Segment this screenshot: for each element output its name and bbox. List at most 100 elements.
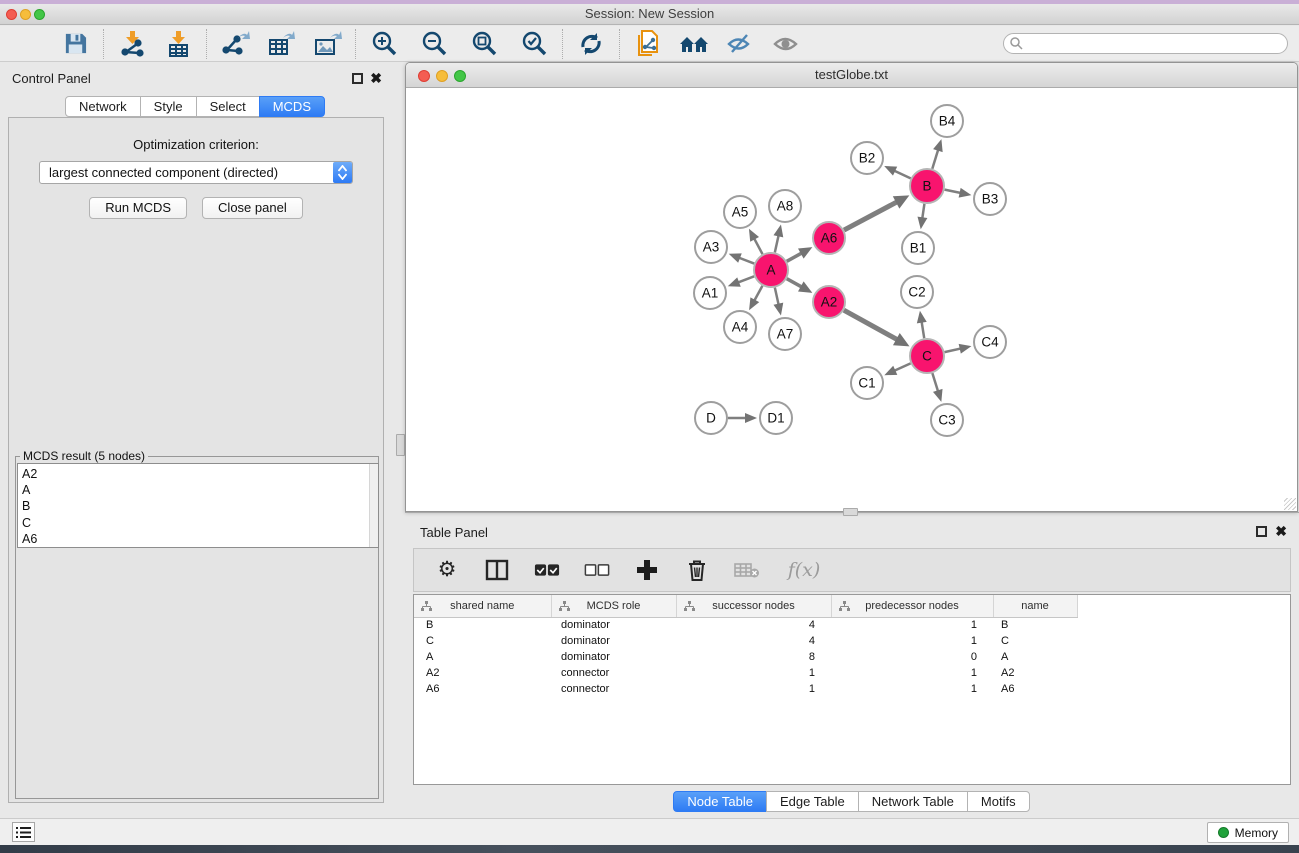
zoom-fit-button[interactable] <box>467 29 501 59</box>
table-cell[interactable]: A2 <box>414 665 551 681</box>
table-cell[interactable]: C <box>414 633 551 649</box>
graph-edge-A-A5[interactable] <box>754 238 763 255</box>
table-cell[interactable]: C <box>993 633 1077 649</box>
table-cell[interactable]: A <box>414 649 551 665</box>
table-row[interactable]: Adominator80A <box>414 649 1290 665</box>
node-table[interactable]: shared nameMCDS rolesuccessor nodesprede… <box>413 594 1291 785</box>
network-canvas[interactable]: AA2A6BCA1A3A4A5A7A8B1B2B3B4C1C2C3C4DD1 <box>406 88 1297 511</box>
hide-selected-button[interactable] <box>723 29 757 59</box>
first-neighbors-button[interactable] <box>677 29 711 59</box>
graph-edge-C-C4[interactable] <box>945 348 962 352</box>
network-minimize-button[interactable] <box>436 70 448 82</box>
table-row[interactable]: A6connector11A6 <box>414 681 1290 697</box>
delete-table-icon[interactable] <box>734 557 760 583</box>
graph-edge-A-A4[interactable] <box>754 286 763 302</box>
export-network-button[interactable] <box>218 29 252 59</box>
table-cell[interactable]: A6 <box>414 681 551 697</box>
resize-grip-icon[interactable] <box>1284 498 1296 510</box>
table-cell[interactable]: connector <box>551 665 676 681</box>
table-float-panel-icon[interactable] <box>1256 526 1267 537</box>
graph-edge-A6-B[interactable] <box>844 201 898 230</box>
table-cell[interactable]: 4 <box>676 633 831 649</box>
graph-edge-A-A8[interactable] <box>775 234 779 252</box>
result-list-item[interactable]: A6 <box>22 531 378 547</box>
network-zoom-button[interactable] <box>454 70 466 82</box>
search-input[interactable] <box>1003 33 1288 54</box>
graph-edge-C-C2[interactable] <box>921 321 924 339</box>
table-cell[interactable]: A <box>993 649 1077 665</box>
table-cell[interactable]: A6 <box>993 681 1077 697</box>
graph-edge-A-A1[interactable] <box>737 276 754 282</box>
table-cell[interactable]: 0 <box>831 649 993 665</box>
table-cell[interactable]: B <box>993 617 1077 633</box>
criterion-select[interactable]: largest connected component (directed) <box>39 161 353 184</box>
run-mcds-button[interactable]: Run MCDS <box>89 197 187 219</box>
tab-node-table[interactable]: Node Table <box>673 791 767 812</box>
table-row[interactable]: A2connector11A2 <box>414 665 1290 681</box>
zoom-out-button[interactable] <box>417 29 451 59</box>
table-cell[interactable]: 1 <box>831 617 993 633</box>
table-cell[interactable]: 1 <box>831 665 993 681</box>
tab-style[interactable]: Style <box>140 96 197 117</box>
import-network-button[interactable] <box>115 29 149 59</box>
column-header-MCDS-role[interactable]: MCDS role <box>551 595 676 617</box>
delete-columns-icon[interactable] <box>684 557 710 583</box>
graph-edge-B-B4[interactable] <box>932 149 938 169</box>
export-image-button[interactable] <box>310 29 344 59</box>
table-cell[interactable]: A2 <box>993 665 1077 681</box>
memory-button[interactable]: Memory <box>1207 822 1289 843</box>
table-cell[interactable]: 1 <box>831 633 993 649</box>
table-cell[interactable]: connector <box>551 681 676 697</box>
graph-edge-B-B3[interactable] <box>945 190 962 194</box>
split-panel-icon[interactable] <box>484 557 510 583</box>
show-all-button[interactable] <box>769 29 803 59</box>
graph-edge-A-A2[interactable] <box>787 279 803 288</box>
graph-edge-C-C1[interactable] <box>893 363 910 371</box>
tab-mcds[interactable]: MCDS <box>259 96 325 117</box>
zoom-selected-button[interactable] <box>517 29 551 59</box>
column-header-shared-name[interactable]: shared name <box>414 595 551 617</box>
result-list-item[interactable]: A <box>22 482 378 498</box>
graph-edge-A-A3[interactable] <box>738 257 754 263</box>
tab-motifs[interactable]: Motifs <box>967 791 1030 812</box>
network-window-titlebar[interactable]: testGlobe.txt <box>406 63 1297 88</box>
tab-network-table[interactable]: Network Table <box>858 791 968 812</box>
close-window-button[interactable] <box>6 9 17 20</box>
table-cell[interactable]: dominator <box>551 617 676 633</box>
add-column-icon[interactable] <box>634 557 660 583</box>
deselect-all-columns-icon[interactable] <box>584 557 610 583</box>
close-panel-icon[interactable]: ✖ <box>370 70 382 86</box>
table-settings-icon[interactable]: ⚙ <box>434 557 460 583</box>
close-panel-button[interactable]: Close panel <box>202 197 303 219</box>
table-row[interactable]: Bdominator41B <box>414 617 1290 633</box>
save-session-button[interactable] <box>58 29 92 59</box>
graph-edge-A-A7[interactable] <box>775 288 779 306</box>
result-list-item[interactable]: A2 <box>22 466 378 482</box>
export-table-button[interactable] <box>264 29 298 59</box>
mcds-result-list[interactable]: A2ABCA6 <box>17 463 379 548</box>
task-history-button[interactable] <box>12 822 35 842</box>
graph-edge-A-A6[interactable] <box>787 253 803 262</box>
open-session-button[interactable] <box>12 29 46 59</box>
table-cell[interactable]: 1 <box>676 665 831 681</box>
select-all-columns-icon[interactable] <box>534 557 560 583</box>
graph-edge-A2-C[interactable] <box>844 310 898 340</box>
function-builder-icon[interactable]: f(x) <box>784 557 824 583</box>
column-header-successor-nodes[interactable]: successor nodes <box>676 595 831 617</box>
float-panel-icon[interactable] <box>352 73 363 84</box>
table-cell[interactable]: dominator <box>551 633 676 649</box>
horizontal-split-handle[interactable] <box>843 508 858 516</box>
table-row[interactable]: Cdominator41C <box>414 633 1290 649</box>
table-cell[interactable]: dominator <box>551 649 676 665</box>
zoom-window-button[interactable] <box>34 9 45 20</box>
graph-edge-B-B2[interactable] <box>893 170 910 178</box>
clone-network-button[interactable] <box>631 29 665 59</box>
result-list-item[interactable]: C <box>22 515 378 531</box>
network-close-button[interactable] <box>418 70 430 82</box>
column-header-predecessor-nodes[interactable]: predecessor nodes <box>831 595 993 617</box>
table-close-panel-icon[interactable]: ✖ <box>1275 523 1287 539</box>
table-cell[interactable]: 8 <box>676 649 831 665</box>
table-cell[interactable]: 1 <box>676 681 831 697</box>
table-cell[interactable]: 1 <box>831 681 993 697</box>
tab-select[interactable]: Select <box>196 96 260 117</box>
